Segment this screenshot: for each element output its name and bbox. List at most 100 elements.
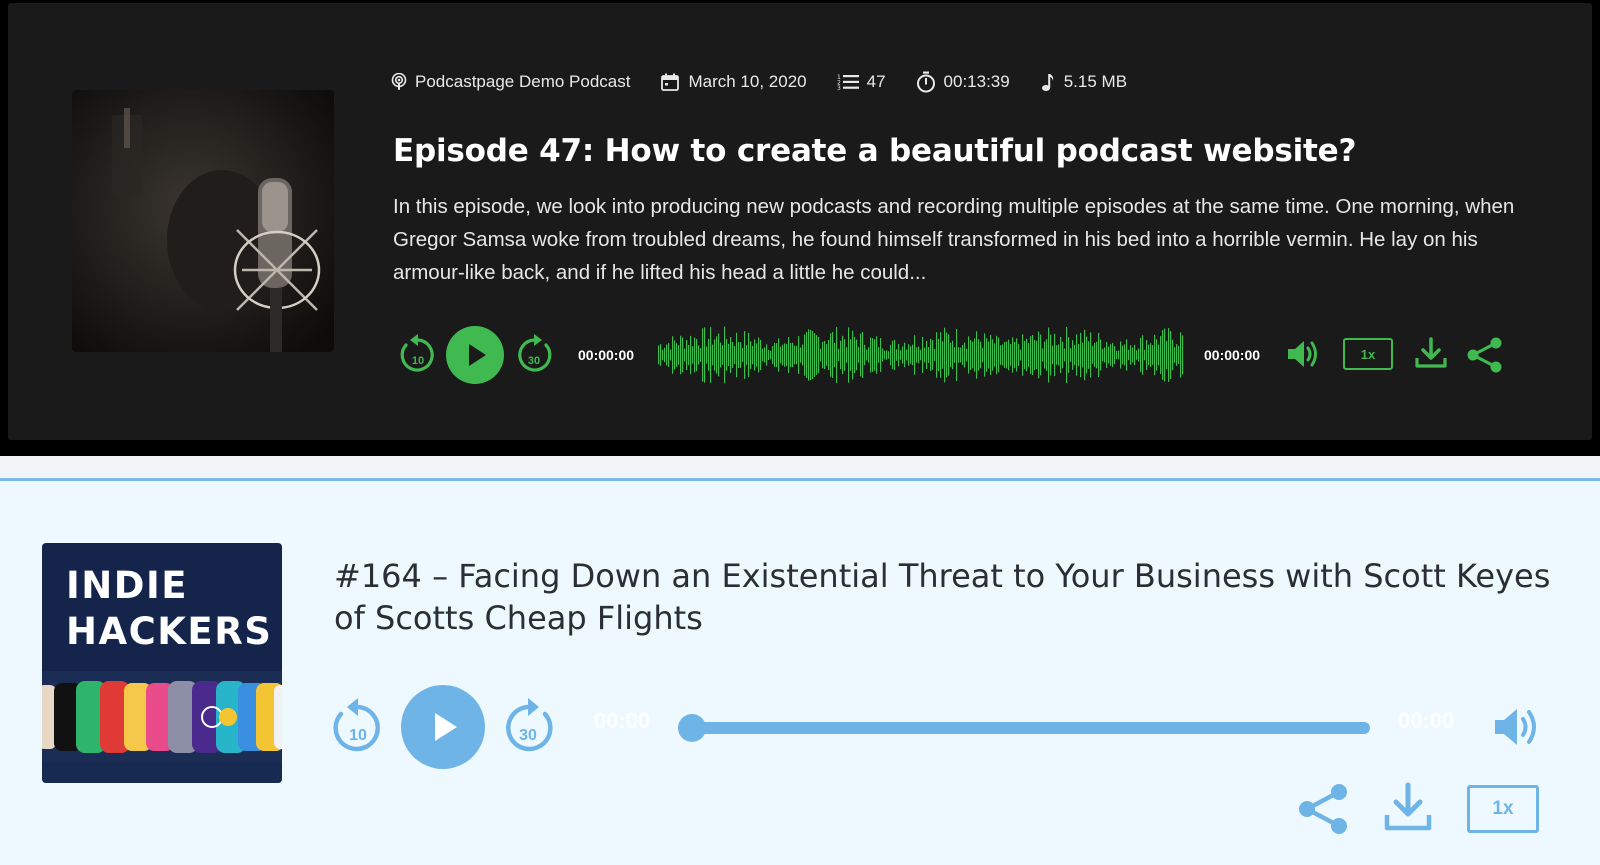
waveform-bar xyxy=(884,350,886,360)
waveform-seekbar[interactable] xyxy=(658,325,1184,385)
waveform-bar xyxy=(928,347,930,363)
dark-player-controls: 10 30 00:00:00 00:00:00 1x xyxy=(398,323,1538,387)
waveform-bar xyxy=(954,347,956,363)
waveform-bar xyxy=(1054,333,1056,377)
download-button[interactable] xyxy=(1382,781,1434,837)
download-button[interactable] xyxy=(1414,336,1448,370)
episode-title[interactable]: Episode 47: How to create a beautiful po… xyxy=(393,133,1543,169)
rewind-button[interactable]: 10 xyxy=(398,333,438,377)
svg-text:3: 3 xyxy=(837,85,841,91)
waveform-bar xyxy=(730,336,732,374)
progress-handle[interactable] xyxy=(678,714,706,742)
dark-podcast-player: Podcastpage Demo Podcast March 10, 2020 … xyxy=(0,0,1600,456)
waveform-bar xyxy=(962,345,964,365)
waveform-bar xyxy=(774,343,776,367)
svg-text:30: 30 xyxy=(528,355,540,367)
waveform-bar xyxy=(868,347,870,363)
waveform-bar xyxy=(1046,339,1048,371)
waveform-bar xyxy=(758,337,760,373)
waveform-bar xyxy=(1022,334,1024,376)
meta-date: March 10, 2020 xyxy=(660,72,807,92)
waveform-bar xyxy=(798,336,800,374)
waveform-bar xyxy=(1052,345,1054,365)
waveform-bar xyxy=(802,344,804,366)
podcast-name[interactable]: Podcastpage Demo Podcast xyxy=(415,72,630,92)
waveform-bar xyxy=(1064,348,1066,362)
waveform-bar xyxy=(688,345,690,365)
waveform-bar xyxy=(882,348,884,362)
waveform-bar xyxy=(1164,328,1166,382)
waveform-bar xyxy=(1058,344,1060,366)
waveform-bar xyxy=(824,340,826,370)
waveform-bar xyxy=(1090,332,1092,378)
rewind-button[interactable]: 10 xyxy=(330,696,386,756)
svg-text:10: 10 xyxy=(412,355,424,367)
episode-duration: 00:13:39 xyxy=(943,72,1010,91)
progress-bar[interactable] xyxy=(678,714,1370,742)
rewind-icon: 10 xyxy=(333,698,380,752)
artwork-collage xyxy=(42,671,282,763)
share-button[interactable] xyxy=(1466,336,1504,374)
waveform-bar xyxy=(1048,327,1050,383)
waveform-bar xyxy=(956,328,958,382)
waveform-bar xyxy=(766,344,768,366)
waveform-bar xyxy=(768,349,770,361)
waveform-bar xyxy=(744,331,746,379)
speed-button[interactable]: 1x xyxy=(1467,785,1539,833)
waveform-bar xyxy=(698,345,700,365)
episode-title[interactable]: #164 – Facing Down an Existential Threat… xyxy=(334,555,1564,639)
waveform-bar xyxy=(914,335,916,375)
forward-button[interactable]: 30 xyxy=(514,333,554,377)
play-icon xyxy=(435,713,457,741)
waveform-bar xyxy=(1100,339,1102,371)
waveform-bar xyxy=(918,346,920,364)
waveform-bar xyxy=(806,332,808,378)
waveform-bar xyxy=(840,340,842,370)
waveform-bar xyxy=(1166,340,1168,370)
waveform-bar xyxy=(1126,339,1128,371)
waveform-bar xyxy=(1034,340,1036,370)
waveform-bar xyxy=(680,335,682,375)
waveform-bar xyxy=(812,330,814,380)
waveform-bar xyxy=(792,342,794,368)
waveform-bar xyxy=(872,338,874,372)
waveform-bar xyxy=(988,341,990,369)
waveform-bar xyxy=(844,339,846,371)
waveform-bar xyxy=(1112,342,1114,368)
forward-button[interactable]: 30 xyxy=(500,696,556,756)
share-button[interactable] xyxy=(1296,781,1352,837)
waveform-bar xyxy=(1062,341,1064,369)
waveform-bar xyxy=(720,342,722,368)
waveform-bar xyxy=(894,339,896,371)
waveform-bar xyxy=(1080,332,1082,378)
speed-button[interactable]: 1x xyxy=(1343,338,1393,370)
waveform-bar xyxy=(908,344,910,366)
waveform-bar xyxy=(748,332,750,378)
volume-button[interactable] xyxy=(1492,703,1544,751)
waveform-bar xyxy=(1108,346,1110,364)
waveform-bar xyxy=(1006,341,1008,369)
download-icon xyxy=(1384,782,1432,831)
waveform-bar xyxy=(818,336,820,374)
waveform-bar xyxy=(820,348,822,362)
waveform-bar xyxy=(800,347,802,363)
waveform-bar xyxy=(890,344,892,366)
play-button[interactable] xyxy=(401,685,485,769)
waveform-bar xyxy=(668,343,670,367)
light-player-card: INDIE HACKERS #164 – Facing Down an Exis… xyxy=(0,478,1600,865)
play-button[interactable] xyxy=(446,326,504,384)
waveform-bar xyxy=(996,335,998,375)
waveform-bar xyxy=(704,327,706,383)
waveform-bar xyxy=(814,333,816,377)
waveform-bar xyxy=(1130,345,1132,365)
waveform-bar xyxy=(1148,344,1150,366)
waveform-bar xyxy=(1050,334,1052,376)
episode-description: In this episode, we look into producing … xyxy=(393,195,1515,284)
waveform-bar xyxy=(932,340,934,370)
waveform-bar xyxy=(1110,344,1112,366)
waveform-bar xyxy=(946,332,948,378)
waveform-bar xyxy=(674,340,676,370)
volume-button[interactable] xyxy=(1286,337,1322,371)
waveform-bar xyxy=(1152,345,1154,365)
meta-podcast[interactable]: Podcastpage Demo Podcast xyxy=(391,72,630,92)
